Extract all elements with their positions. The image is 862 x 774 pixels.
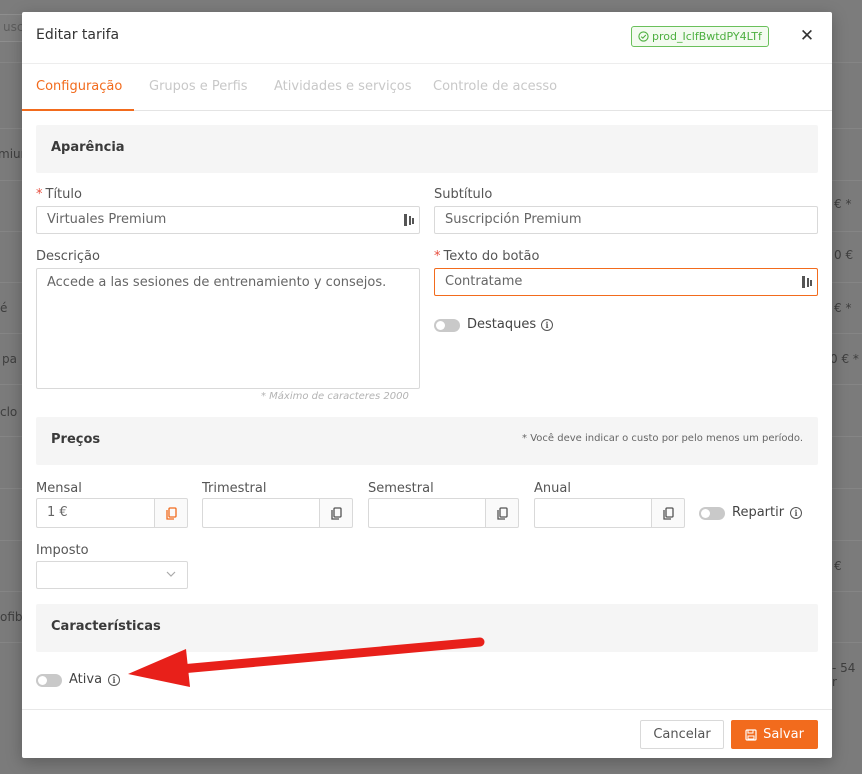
save-button[interactable]: Salvar	[731, 720, 818, 749]
semiannual-price-input[interactable]	[368, 498, 485, 528]
background-cell: é	[0, 301, 8, 315]
background-cell: ofib	[0, 610, 23, 624]
appearance-section-title: Aparência	[51, 140, 125, 155]
info-icon[interactable]: i	[108, 674, 120, 686]
description-char-limit-hint: * Máximo de caracteres 2000	[261, 391, 409, 402]
button-text-field-label: * Texto do botão	[434, 249, 540, 264]
copy-icon	[496, 506, 508, 520]
translate-icon[interactable]	[801, 275, 813, 289]
features-section-header: Características	[36, 604, 818, 652]
highlights-label: Destaques	[467, 317, 537, 332]
cancel-button[interactable]: Cancelar	[640, 720, 724, 749]
info-icon[interactable]: i	[541, 319, 553, 331]
modal-footer: Cancelar Salvar	[22, 709, 832, 758]
tab-activities-services[interactable]: Atividades e serviços	[274, 79, 411, 94]
quarterly-price-label: Trimestral	[202, 481, 267, 496]
background-cell: - 54 r	[832, 661, 856, 689]
background-cell: clo	[0, 405, 18, 419]
monthly-price-input[interactable]: 1 €	[36, 498, 154, 528]
subtitle-input[interactable]: Suscripción Premium	[434, 206, 818, 234]
chevron-down-icon	[166, 571, 176, 577]
product-id-badge[interactable]: prod_IclfBwtdPY4LTf	[631, 26, 769, 47]
copy-icon	[330, 506, 342, 520]
monthly-price-label: Mensal	[36, 481, 82, 496]
active-toggle[interactable]	[36, 674, 62, 687]
product-id-text: prod_IclfBwtdPY4LTf	[652, 30, 762, 43]
monthly-price-field: 1 €	[36, 498, 188, 528]
title-field-label: * Título	[36, 187, 82, 202]
button-text-input-value: Contratame	[445, 274, 523, 289]
monthly-price-value: 1 €	[47, 505, 68, 520]
annual-price-input[interactable]	[534, 498, 651, 528]
translate-icon[interactable]	[403, 213, 415, 227]
split-label: Repartir	[732, 505, 785, 520]
prices-section-title: Preços	[51, 432, 101, 447]
modal-header: Editar tarifa prod_IclfBwtdPY4LTf ✕	[22, 12, 832, 63]
tax-label: Imposto	[36, 543, 89, 558]
save-icon	[745, 728, 757, 741]
subtitle-input-value: Suscripción Premium	[445, 212, 582, 227]
required-mark: *	[36, 187, 43, 202]
prices-section-header: Preços * Você deve indicar o custo por p…	[36, 417, 818, 465]
quarterly-price-field	[202, 498, 353, 528]
tab-configuration[interactable]: Configuração	[36, 79, 122, 94]
background-cell: 0 € *	[830, 352, 859, 366]
active-tab-indicator	[22, 109, 134, 111]
description-field-label: Descrição	[36, 249, 100, 264]
description-textarea[interactable]: Accede a las sesiones de entrenamiento y…	[36, 268, 420, 389]
close-button[interactable]: ✕	[798, 25, 816, 47]
background-cell: €	[834, 559, 842, 573]
info-icon[interactable]: i	[790, 507, 802, 519]
quarterly-price-input[interactable]	[202, 498, 319, 528]
monthly-price-copy-button[interactable]	[154, 498, 188, 528]
title-input[interactable]: Virtuales Premium	[36, 206, 420, 234]
quarterly-price-copy-button[interactable]	[319, 498, 353, 528]
background-cell: pa	[2, 352, 17, 366]
background-cell: € *	[834, 301, 852, 315]
modal-title: Editar tarifa	[36, 27, 120, 43]
prices-required-note: * Você deve indicar o custo por pelo men…	[522, 433, 803, 444]
split-toggle[interactable]	[699, 507, 725, 520]
title-input-value: Virtuales Premium	[47, 212, 167, 227]
check-circle-icon	[638, 31, 649, 42]
features-section-title: Características	[51, 619, 161, 634]
semiannual-price-label: Semestral	[368, 481, 434, 496]
subtitle-field-label: Subtítulo	[434, 187, 493, 202]
annual-price-field	[534, 498, 685, 528]
copy-icon	[165, 506, 177, 520]
tab-groups-profiles[interactable]: Grupos e Perfis	[149, 79, 248, 94]
close-icon: ✕	[799, 26, 815, 46]
annual-price-copy-button[interactable]	[651, 498, 685, 528]
tab-access-control[interactable]: Controle de acesso	[433, 79, 557, 94]
save-button-label: Salvar	[763, 727, 804, 742]
button-text-input[interactable]: Contratame	[434, 268, 818, 296]
copy-icon	[662, 506, 674, 520]
description-textarea-value: Accede a las sesiones de entrenamiento y…	[47, 275, 387, 290]
semiannual-price-field	[368, 498, 519, 528]
active-label: Ativa	[69, 672, 103, 687]
background-cell: 0 €	[834, 248, 854, 262]
edit-rate-modal: Editar tarifa prod_IclfBwtdPY4LTf ✕ Conf…	[22, 12, 832, 758]
required-mark: *	[434, 249, 441, 264]
semiannual-price-copy-button[interactable]	[485, 498, 519, 528]
appearance-section-header: Aparência	[36, 125, 818, 173]
tab-bar: Configuração Grupos e Perfis Atividades …	[22, 63, 832, 111]
background-cell: € *	[834, 197, 852, 211]
highlights-toggle[interactable]	[434, 319, 460, 332]
annual-price-label: Anual	[534, 481, 571, 496]
tax-select[interactable]	[36, 561, 188, 589]
